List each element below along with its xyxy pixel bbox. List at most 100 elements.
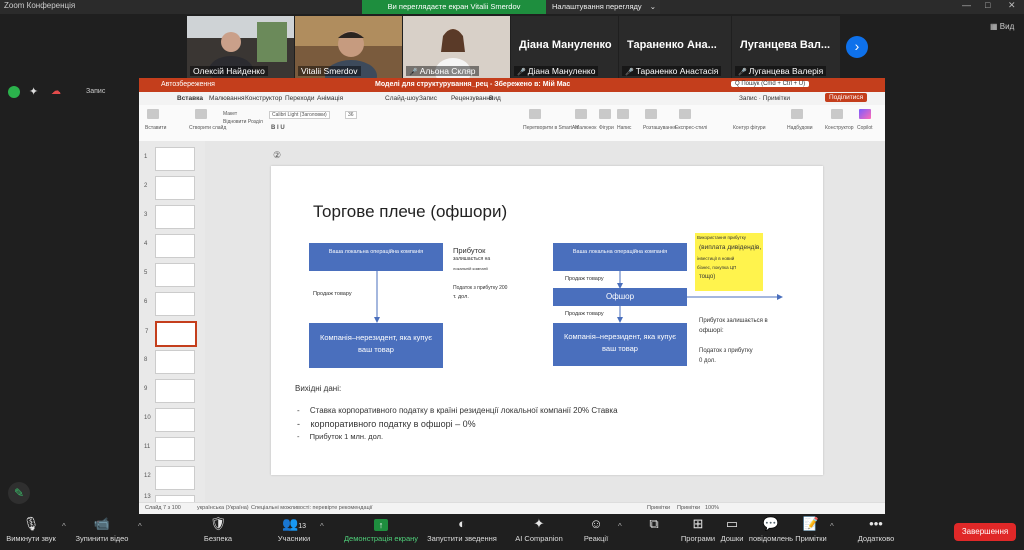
participant-name: Тараненко Анастасія bbox=[635, 66, 719, 76]
security-button[interactable]: 🛡 Безпека bbox=[196, 514, 240, 543]
quick-styles-icon[interactable] bbox=[679, 109, 691, 119]
reset-button[interactable]: Відновити Розділ bbox=[223, 119, 263, 125]
tab-insert[interactable]: Вставка bbox=[177, 95, 203, 102]
bullet-text: корпоративного податку в офшорі – 0% bbox=[310, 419, 476, 429]
notes-button[interactable]: 📝 Примітки bbox=[792, 514, 830, 543]
summary-button[interactable]: ◐ Запустити зведення bbox=[424, 514, 500, 543]
font-select[interactable]: Calibri Light (Заголовки) bbox=[269, 111, 330, 119]
share-screen-button[interactable]: ↑ Демонстрація екрану bbox=[340, 514, 422, 543]
ai-companion-button[interactable]: ✦ AI Companion bbox=[508, 514, 570, 543]
participant-tile[interactable]: Тараненко Ана... 🎤 Тараненко Анастасія bbox=[619, 16, 731, 78]
whiteboards-button[interactable]: ▭ Дошки bbox=[716, 514, 748, 543]
reactions-button[interactable]: ☺ Реакції bbox=[578, 514, 614, 543]
participant-tile[interactable]: Діана Мануленко 🎤 Діана Мануленко bbox=[511, 16, 618, 78]
slide-thumbnail[interactable]: 5 bbox=[144, 263, 195, 287]
shape-outline-button[interactable]: Контур фігури bbox=[733, 125, 765, 131]
zoom-level[interactable]: 100% bbox=[705, 505, 719, 511]
end-meeting-button[interactable]: Завершення bbox=[954, 523, 1016, 541]
stop-video-button[interactable]: 📹 Зупинити відео bbox=[72, 514, 132, 543]
participants-button[interactable]: 👥13 Учасники bbox=[272, 514, 316, 543]
mute-button[interactable]: 🎙 Вимкнути звук bbox=[6, 514, 56, 543]
record-button-label: Запис bbox=[739, 95, 757, 102]
copilot-icon[interactable] bbox=[859, 109, 871, 119]
slide-thumbnail[interactable]: 10 bbox=[144, 408, 195, 432]
chat-button[interactable]: 💬 повідомлень bbox=[748, 514, 794, 543]
slide-thumbnail[interactable]: 4 bbox=[144, 234, 195, 258]
tab-design[interactable]: Конструктор bbox=[245, 95, 282, 102]
next-page-arrow-icon[interactable]: › bbox=[846, 36, 868, 58]
tab-animation[interactable]: Анімація bbox=[317, 95, 343, 102]
slide-thumbnails-pane[interactable]: 1 2 3 4 5 6 7 8 9 10 11 12 13 bbox=[139, 141, 205, 503]
slide-thumbnail[interactable]: 3 bbox=[144, 205, 195, 229]
slide-thumbnail[interactable]: 12 bbox=[144, 466, 195, 490]
slide-thumbnail[interactable]: 6 bbox=[144, 292, 195, 316]
apps-button[interactable]: ⊞ Програми bbox=[680, 514, 716, 543]
search-input[interactable]: Q Пошук (Cmd + Ctrl + U) bbox=[731, 81, 810, 87]
muted-mic-icon: 🎤 bbox=[738, 69, 747, 76]
tab-view[interactable]: Вид bbox=[489, 95, 501, 102]
bullet-item: - корпоративного податку в офшорі – 0% bbox=[297, 419, 476, 429]
tab-slideshow[interactable]: Слайд-шоу bbox=[385, 95, 419, 102]
participant-tile[interactable]: Vitalii Smerdov bbox=[295, 16, 402, 78]
designer-label: Конструктор bbox=[825, 125, 854, 131]
slide-thumbnail[interactable]: 2 bbox=[144, 176, 195, 200]
sparkle-icon: ✦ bbox=[533, 516, 545, 531]
microphone-icon: 🎙 bbox=[22, 516, 40, 531]
autosave-toggle[interactable]: Автозбереження bbox=[161, 81, 215, 88]
video-options-caret[interactable]: ^ bbox=[138, 522, 142, 531]
slide-thumbnail[interactable]: 8 bbox=[144, 350, 195, 374]
comments-toggle[interactable]: Примітки bbox=[677, 505, 700, 511]
arrow-down-left bbox=[374, 271, 380, 323]
paste-icon[interactable] bbox=[147, 109, 159, 119]
font-size-select[interactable]: 36 bbox=[345, 111, 357, 119]
participant-tile[interactable]: Луганцева Вал... 🎤 Луганцева Валерія bbox=[732, 16, 840, 78]
notes-caret[interactable]: ^ bbox=[830, 522, 834, 531]
addins-icon[interactable] bbox=[791, 109, 803, 119]
minimize-button[interactable]: — bbox=[962, 0, 971, 10]
participant-tile[interactable]: 🎤 Альона Скляр bbox=[403, 16, 510, 78]
participant-name-row: 🎤 Луганцева Валерія bbox=[735, 66, 827, 76]
slide-thumbnail[interactable]: 9 bbox=[144, 379, 195, 403]
accessibility-status[interactable]: Спеціальні можливості: перевірте рекомен… bbox=[251, 505, 372, 511]
tab-transitions[interactable]: Переходи bbox=[285, 95, 314, 102]
designer-icon[interactable] bbox=[831, 109, 843, 119]
record-button[interactable]: Запис · Примітки bbox=[739, 95, 790, 102]
security-label: Безпека bbox=[203, 534, 233, 543]
shapes-icon[interactable] bbox=[599, 109, 611, 119]
security-shield-icon bbox=[8, 86, 20, 98]
maximize-button[interactable]: □ bbox=[985, 0, 990, 10]
slide-thumbnail[interactable]: 11 bbox=[144, 437, 195, 461]
language-status[interactable]: українська (Україна) bbox=[197, 505, 249, 511]
smartart-icon[interactable] bbox=[529, 109, 541, 119]
new-slide-icon[interactable] bbox=[195, 109, 207, 119]
tab-draw[interactable]: Малювання bbox=[209, 95, 244, 102]
picture-icon[interactable] bbox=[575, 109, 587, 119]
share-button[interactable]: Поділитися bbox=[825, 93, 868, 102]
layout-button[interactable]: Макет bbox=[223, 111, 237, 117]
notes-toggle[interactable]: Примітки bbox=[647, 505, 670, 511]
smartart-label: Перетворити в SmartArt bbox=[523, 125, 579, 131]
slide-thumbnail-selected[interactable]: 7 bbox=[145, 321, 197, 347]
audio-options-caret[interactable]: ^ bbox=[62, 522, 66, 531]
annotate-pencil-icon[interactable]: ✎ bbox=[8, 482, 30, 504]
profit-offshore-line-2: офшорі: bbox=[699, 327, 724, 334]
slide-thumbnail[interactable]: 1 bbox=[144, 147, 195, 171]
reactions-caret[interactable]: ^ bbox=[618, 522, 622, 531]
text-box-icon[interactable] bbox=[617, 109, 629, 119]
bullet-glyph: - bbox=[297, 419, 300, 429]
apps-button-icon-slot[interactable]: ⧉ bbox=[636, 514, 672, 534]
tab-review[interactable]: Рецензування bbox=[451, 95, 493, 102]
slide[interactable]: ② Торгове плече (офшори) Ваша локальна о… bbox=[271, 150, 823, 475]
participants-caret[interactable]: ^ bbox=[320, 522, 324, 531]
arrow-down-right-1 bbox=[617, 271, 623, 289]
view-button[interactable]: ▦ Вид bbox=[990, 22, 1014, 31]
format-buttons[interactable]: B I U bbox=[271, 125, 285, 131]
sparkle-icon[interactable]: ✦ bbox=[29, 85, 38, 98]
arrange-icon[interactable] bbox=[645, 109, 657, 119]
tab-record[interactable]: Запис bbox=[419, 95, 437, 102]
close-window-button[interactable]: ✕ bbox=[1008, 0, 1016, 11]
more-button[interactable]: ••• Додатково bbox=[854, 514, 898, 543]
document-title: Моделі для структурування_рец - Збережен… bbox=[375, 81, 571, 88]
view-options-button[interactable]: Налаштування перегляду ⌄ bbox=[546, 0, 660, 14]
participant-tile[interactable]: Олексій Найденко bbox=[187, 16, 294, 78]
